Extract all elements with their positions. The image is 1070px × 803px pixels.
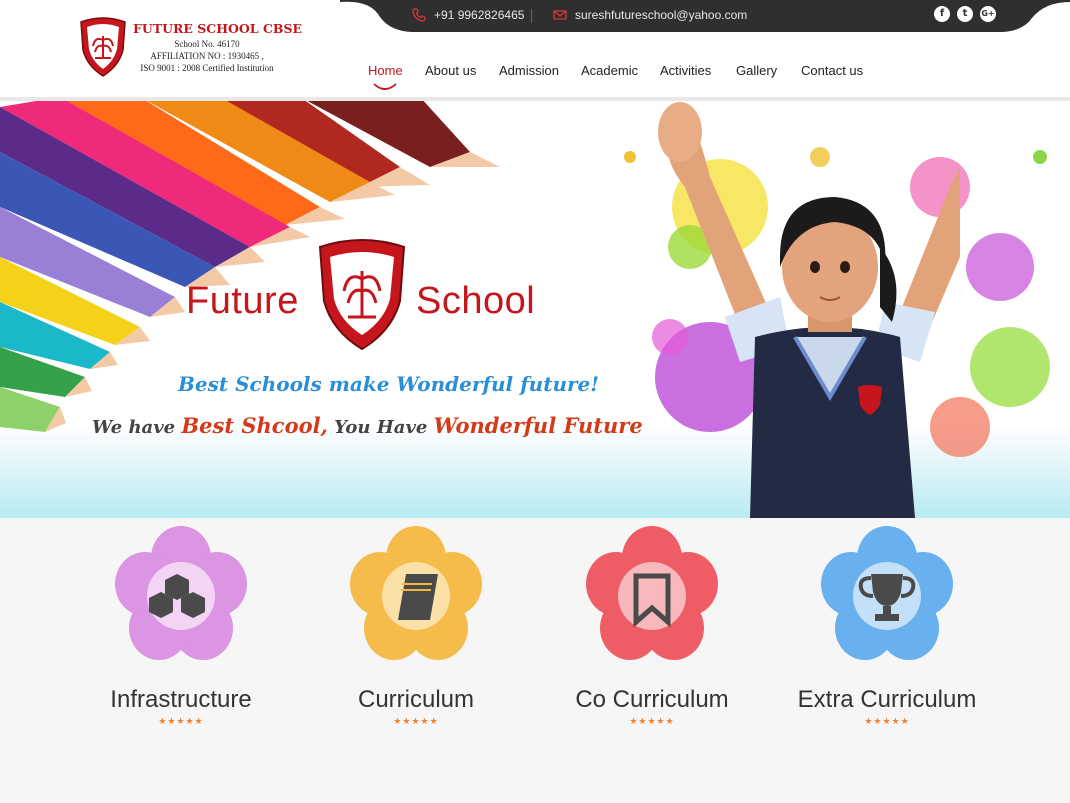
hero-tagline: Best Schools make Wonderful future! xyxy=(178,372,600,396)
rating-stars: ★★★★★ xyxy=(158,716,204,726)
email-icon xyxy=(553,10,567,20)
school-number: School No. 46170 xyxy=(174,39,240,49)
hero-motto: We have Best Shcool, You Have Wonderful … xyxy=(92,413,643,438)
book-icon xyxy=(350,526,482,660)
hero-crest-icon xyxy=(318,239,406,351)
trophy-icon xyxy=(821,526,953,660)
feature-label: Co Curriculum xyxy=(575,686,729,713)
feature-co-curriculum[interactable]: Co Curriculum ★★★★★ xyxy=(532,526,772,727)
rating-stars: ★★★★★ xyxy=(864,716,910,726)
feature-curriculum[interactable]: Curriculum ★★★★★ xyxy=(296,526,536,727)
motto-part-1: We have xyxy=(92,417,182,438)
motto-part-4: Wonderful Future xyxy=(433,413,643,438)
hero-title-school: School xyxy=(416,280,536,322)
affiliation-number: AFFILIATION NO : 1930465 , xyxy=(150,51,264,61)
email-address: sureshfutureschool@yahoo.com xyxy=(575,8,748,22)
header-divider xyxy=(0,97,1070,101)
cubes-icon xyxy=(115,526,247,660)
feature-extra-curriculum[interactable]: Extra Curriculum ★★★★★ xyxy=(767,526,1007,727)
nav-activities[interactable]: Activities xyxy=(660,63,711,78)
nav-gallery[interactable]: Gallery xyxy=(736,63,777,78)
google-plus-icon[interactable]: G+ xyxy=(980,6,996,22)
feature-label: Curriculum xyxy=(357,686,474,713)
school-logo[interactable]: FUTURE SCHOOL CBSE School No. 46170 AFFI… xyxy=(77,16,302,80)
school-crest-icon xyxy=(80,17,126,77)
phone-icon xyxy=(412,8,426,22)
phone-contact[interactable]: +91 9962826465 xyxy=(412,8,524,22)
site-header: FUTURE SCHOOL CBSE School No. 46170 AFFI… xyxy=(0,0,1070,97)
nav-about-us[interactable]: About us xyxy=(425,63,476,78)
active-indicator-icon xyxy=(373,83,397,90)
contact-topbar: +91 9962826465 sureshfutureschool@yahoo.… xyxy=(340,0,1070,32)
motto-part-2: Best Shcool, xyxy=(181,413,328,438)
nav-contact-us[interactable]: Contact us xyxy=(801,63,863,78)
iso-certification: ISO 9001 : 2008 Certified Institution xyxy=(140,63,274,73)
motto-part-3: You Have xyxy=(327,417,434,438)
features-section: Infrastructure ★★★★★ Curriculum ★★★★★ Co… xyxy=(0,518,1070,803)
bookmark-icon xyxy=(586,526,718,660)
feature-infrastructure[interactable]: Infrastructure ★★★★★ xyxy=(61,526,301,727)
rating-stars: ★★★★★ xyxy=(393,716,439,726)
feature-label: Infrastructure xyxy=(110,686,252,713)
email-contact[interactable]: sureshfutureschool@yahoo.com xyxy=(553,8,747,22)
feature-label: Extra Curriculum xyxy=(797,686,977,713)
nav-home[interactable]: Home xyxy=(368,63,403,78)
nav-academic[interactable]: Academic xyxy=(581,63,638,78)
topbar-separator xyxy=(531,9,532,23)
student-girl-image xyxy=(658,102,960,518)
phone-number: +91 9962826465 xyxy=(434,8,525,22)
colored-pencils-image xyxy=(0,97,500,432)
facebook-icon[interactable]: f xyxy=(934,6,950,22)
nav-admission[interactable]: Admission xyxy=(499,63,559,78)
rating-stars: ★★★★★ xyxy=(629,716,675,726)
school-name: FUTURE SCHOOL CBSE xyxy=(133,21,303,36)
hero-title-future: Future xyxy=(186,280,299,322)
hero-banner: Future School Best Schools make Wonderfu… xyxy=(0,97,1070,518)
twitter-icon[interactable]: t xyxy=(957,6,973,22)
